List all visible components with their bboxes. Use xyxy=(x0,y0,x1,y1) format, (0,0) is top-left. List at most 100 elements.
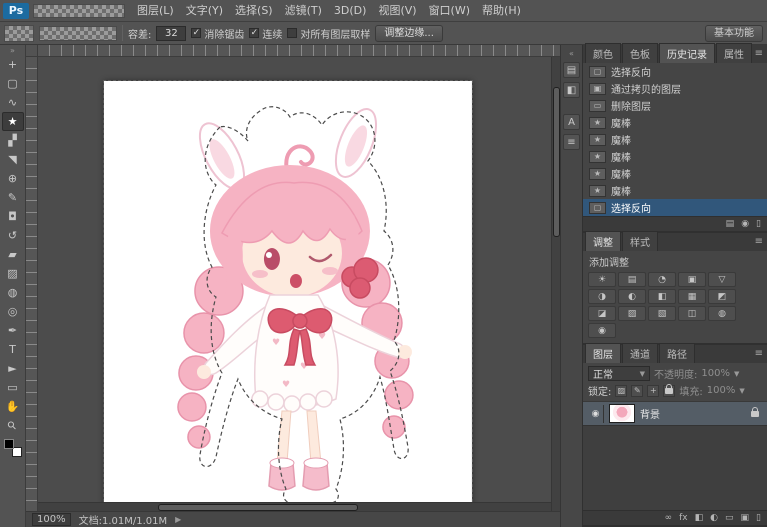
menu-window[interactable]: 窗口(W) xyxy=(423,0,476,22)
tool-brush[interactable]: ✎ xyxy=(2,188,24,207)
document-canvas[interactable]: ♥ ♥ ♥ ♥ xyxy=(102,80,473,511)
tab-color[interactable]: 颜色 xyxy=(585,43,621,63)
panel-menu-icon[interactable]: ≡ xyxy=(755,236,763,247)
visibility-eye-icon[interactable]: ◉ xyxy=(588,404,604,423)
tool-move[interactable]: + xyxy=(2,55,24,74)
tool-type[interactable]: T xyxy=(2,340,24,359)
adjustment-exposure-icon[interactable]: ▣ xyxy=(678,272,706,287)
zoom-level-field[interactable]: 100% xyxy=(32,513,71,526)
toolbar-collapse-icon[interactable]: » xyxy=(10,47,15,55)
tool-blur[interactable]: ◍ xyxy=(2,283,24,302)
tab-adjustments[interactable]: 调整 xyxy=(585,231,621,251)
layer-mask-icon[interactable]: ◧ xyxy=(695,513,704,523)
vertical-ruler[interactable] xyxy=(26,57,38,511)
link-layers-icon[interactable]: ∞ xyxy=(665,513,673,523)
horizontal-ruler[interactable] xyxy=(38,45,560,57)
tool-eraser[interactable]: ▰ xyxy=(2,245,24,264)
adjustment-levels-icon[interactable]: ▤ xyxy=(618,272,646,287)
tab-layers[interactable]: 图层 xyxy=(585,343,621,363)
history-step[interactable]: ▢ 选择反向 xyxy=(583,63,767,80)
antialias-checkbox[interactable]: ✓ 消除锯齿 xyxy=(191,26,244,41)
tool-clone-stamp[interactable]: ◘ xyxy=(2,207,24,226)
status-options-arrow-icon[interactable]: ▶ xyxy=(175,515,181,524)
adjustment-hue-saturation-icon[interactable]: ◑ xyxy=(588,289,616,304)
adjustment-photo-filter-icon[interactable]: ▦ xyxy=(678,289,706,304)
panel-menu-icon[interactable]: ≡ xyxy=(755,48,763,59)
adjustment-channel-mixer-icon[interactable]: ◩ xyxy=(708,289,736,304)
adjustment-black-white-icon[interactable]: ◧ xyxy=(648,289,676,304)
tool-zoom[interactable]: ⚲ xyxy=(2,416,24,435)
tool-gradient[interactable]: ▨ xyxy=(2,264,24,283)
color-swatches[interactable] xyxy=(3,439,22,457)
tab-history[interactable]: 历史记录 xyxy=(659,43,715,63)
layer-row-background[interactable]: ◉ 背景 xyxy=(583,402,767,426)
menu-select[interactable]: 选择(S) xyxy=(229,0,279,22)
tab-swatches[interactable]: 色板 xyxy=(622,43,658,63)
adjustment-brightness-icon[interactable]: ☀ xyxy=(588,272,616,287)
history-step[interactable]: ▭ 删除图层 xyxy=(583,97,767,114)
blend-mode-select[interactable]: 正常 ▼ xyxy=(588,366,650,381)
tool-eyedropper[interactable]: ◥ xyxy=(2,150,24,169)
tab-properties[interactable]: 属性 xyxy=(716,43,752,63)
tool-magic-wand[interactable]: ★ xyxy=(1,112,24,131)
tab-styles[interactable]: 样式 xyxy=(622,231,658,251)
layer-style-fx-icon[interactable]: fx xyxy=(679,513,688,523)
lock-position-icon[interactable]: + xyxy=(647,384,660,397)
history-step-selected[interactable]: ▢ 选择反向 xyxy=(583,199,767,216)
lock-image-pixels-icon[interactable]: ✎ xyxy=(631,384,644,397)
adjustment-vibrance-icon[interactable]: ▽ xyxy=(708,272,736,287)
horizontal-scrollbar[interactable] xyxy=(38,502,551,511)
adjustment-color-balance-icon[interactable]: ◐ xyxy=(618,289,646,304)
delete-layer-icon[interactable]: ▯ xyxy=(756,513,761,523)
tab-channels[interactable]: 通道 xyxy=(622,343,658,363)
pasteboard[interactable]: ♥ ♥ ♥ ♥ xyxy=(38,57,560,511)
refine-edge-button[interactable]: 调整边缘... xyxy=(375,24,443,42)
sample-all-layers-checkbox[interactable]: 对所有图层取样 xyxy=(287,26,370,41)
tolerance-input[interactable]: 32 xyxy=(156,25,187,41)
foreground-color-swatch[interactable] xyxy=(3,439,14,449)
new-document-from-state-icon[interactable]: ▤ xyxy=(726,219,735,229)
vertical-scrollbar[interactable] xyxy=(551,57,560,511)
adjustment-layer-icon[interactable]: ◐ xyxy=(710,513,718,523)
layer-thumbnail[interactable] xyxy=(609,404,635,423)
tool-dodge[interactable]: ◎ xyxy=(2,302,24,321)
workspace-switcher-button[interactable]: 基本功能 xyxy=(705,24,763,42)
panel-menu-icon[interactable]: ≡ xyxy=(755,348,763,359)
menu-help[interactable]: 帮助(H) xyxy=(476,0,527,22)
tab-paths[interactable]: 路径 xyxy=(659,343,695,363)
tool-rectangular-marquee[interactable]: ▢ xyxy=(2,74,24,93)
new-layer-icon[interactable]: ▣ xyxy=(741,513,750,523)
tool-lasso[interactable]: ∿ xyxy=(2,93,24,112)
adjustment-curves-icon[interactable]: ◔ xyxy=(648,272,676,287)
tool-history-brush[interactable]: ↺ xyxy=(2,226,24,245)
tool-path-selection[interactable]: ► xyxy=(2,359,24,378)
fill-value[interactable]: 100% xyxy=(707,385,736,396)
history-step[interactable]: ★ 魔棒 xyxy=(583,131,767,148)
character-panel-icon[interactable]: A xyxy=(563,114,580,130)
photoshop-logo[interactable]: Ps xyxy=(3,2,29,19)
adjustment-threshold-icon[interactable]: ◫ xyxy=(678,306,706,321)
menu-3d[interactable]: 3D(D) xyxy=(328,0,373,22)
tool-hand[interactable]: ✋ xyxy=(2,397,24,416)
lock-transparent-pixels-icon[interactable]: ▨ xyxy=(615,384,628,397)
new-snapshot-icon[interactable]: ◉ xyxy=(741,219,749,229)
menu-filter[interactable]: 滤镜(T) xyxy=(279,0,328,22)
expand-panels-icon[interactable]: « xyxy=(569,49,574,58)
history-step[interactable]: ★ 魔棒 xyxy=(583,182,767,199)
history-step[interactable]: ★ 魔棒 xyxy=(583,148,767,165)
horizontal-scrollbar-thumb[interactable] xyxy=(158,504,358,511)
contiguous-checkbox[interactable]: ✓ 连续 xyxy=(249,26,282,41)
adjustment-posterize-icon[interactable]: ▧ xyxy=(648,306,676,321)
delete-state-icon[interactable]: ▯ xyxy=(756,219,761,229)
history-step[interactable]: ★ 魔棒 xyxy=(583,114,767,131)
swatches-panel-icon[interactable]: ▤ xyxy=(563,62,580,78)
tool-rectangle[interactable]: ▭ xyxy=(2,378,24,397)
menu-type[interactable]: 文字(Y) xyxy=(180,0,229,22)
opacity-value[interactable]: 100% xyxy=(701,368,730,379)
vertical-scrollbar-thumb[interactable] xyxy=(553,87,560,237)
adjustment-color-lookup-icon[interactable]: ◪ xyxy=(588,306,616,321)
tool-pen[interactable]: ✒ xyxy=(2,321,24,340)
menu-layer[interactable]: 图层(L) xyxy=(131,0,180,22)
history-step[interactable]: ▣ 通过拷贝的图层 xyxy=(583,80,767,97)
adjustment-gradient-map-icon[interactable]: ◍ xyxy=(708,306,736,321)
